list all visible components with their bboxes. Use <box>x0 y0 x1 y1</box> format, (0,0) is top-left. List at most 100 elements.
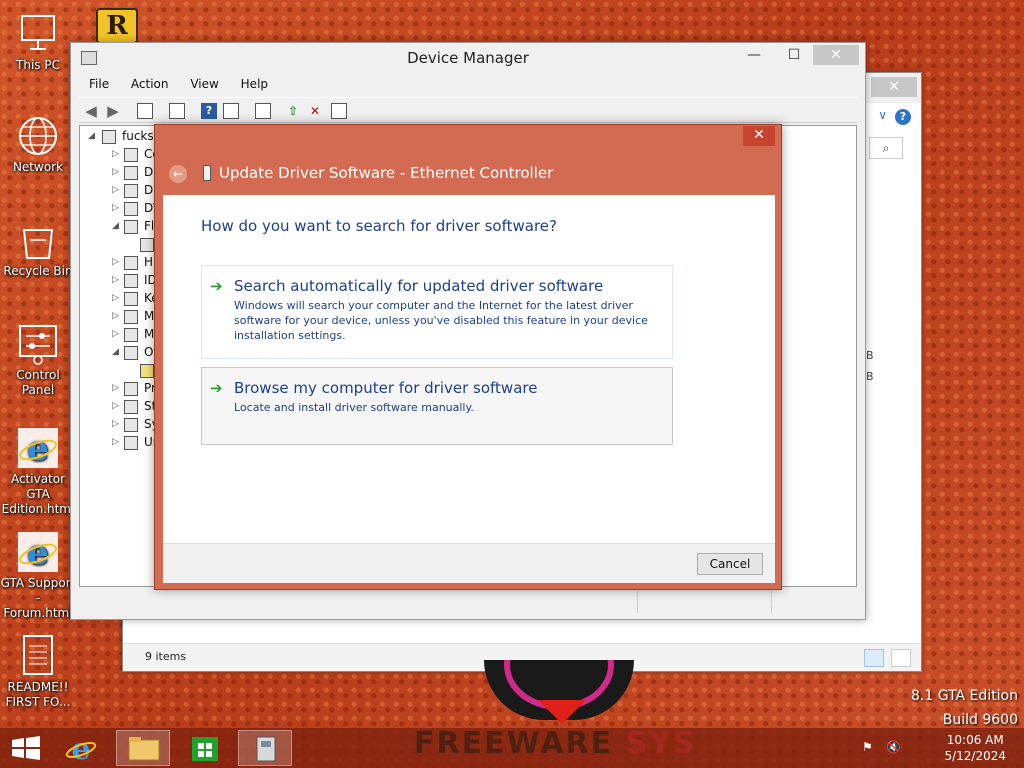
expand-arrow-icon[interactable]: ▷ <box>112 185 122 195</box>
svg-text:e: e <box>71 732 90 766</box>
expand-arrow-icon[interactable]: ▷ <box>112 293 122 303</box>
network-globe-icon <box>16 114 60 158</box>
network-tray-icon[interactable]: ⚑ <box>862 740 878 756</box>
expand-arrow-icon[interactable]: ▷ <box>112 149 122 159</box>
desktop-icon-recycle-bin[interactable]: Recycle Bin <box>0 218 76 279</box>
desktop-icon-control-panel[interactable]: Control Panel <box>0 322 76 398</box>
menu-file[interactable]: File <box>79 75 117 91</box>
taskbar-store[interactable] <box>178 730 232 766</box>
green-arrow-icon: ➔ <box>210 379 223 397</box>
search-icon[interactable]: ⌕ <box>869 137 903 159</box>
device-category-icon <box>124 256 138 270</box>
show-hide-console-tree-icon[interactable] <box>137 103 153 119</box>
taskbar-clock[interactable]: 10:06 AM 5/12/2024 <box>944 732 1006 764</box>
control-panel-icon <box>16 322 60 366</box>
desktop-icon-readme[interactable]: README!! FIRST FO... <box>0 634 76 710</box>
menu-action[interactable]: Action <box>121 75 177 91</box>
menu-help[interactable]: Help <box>231 75 276 91</box>
recycle-bin-icon <box>16 218 60 262</box>
svg-text:e: e <box>27 429 49 469</box>
desktop-icon-this-pc[interactable]: This PC <box>0 12 76 73</box>
internet-explorer-icon: e <box>16 426 60 470</box>
ethernet-device-icon <box>203 165 211 181</box>
back-arrow-icon[interactable]: ◀ <box>83 103 99 119</box>
update-driver-icon[interactable]: ⇧ <box>285 103 301 119</box>
expand-arrow-icon[interactable]: ▷ <box>112 311 122 321</box>
dialog-header: ← Update Driver Software - Ethernet Cont… <box>163 151 773 195</box>
desktop-icon-label: Activator GTA Edition.html <box>1 472 75 516</box>
expand-arrow-icon[interactable]: ▷ <box>112 419 122 429</box>
desktop-icon-label: README!! FIRST FO... <box>5 680 71 709</box>
action-pane-icon[interactable] <box>223 103 239 119</box>
disable-device-icon[interactable] <box>331 103 347 119</box>
desktop-icon-gta-support[interactable]: e GTA Support - Forum.html <box>0 530 76 621</box>
minimize-button[interactable]: — <box>739 45 769 65</box>
rockstar-letter: R <box>106 11 128 41</box>
device-manager-titlebar[interactable]: Device Manager — ☐ ✕ <box>71 43 865 73</box>
device-manager-statusbar <box>79 591 857 615</box>
clock-date: 5/12/2024 <box>944 749 1006 763</box>
freeware-watermark: FREEWARE SYS <box>414 726 697 761</box>
collapse-arrow-icon[interactable]: ◢ <box>112 221 122 231</box>
device-category-icon <box>124 382 138 396</box>
tree-item-label: Fl <box>144 219 155 233</box>
details-view-icon[interactable] <box>864 649 885 667</box>
forward-arrow-icon[interactable]: ▶ <box>105 103 121 119</box>
taskbar-internet-explorer[interactable]: e <box>54 730 108 767</box>
expand-arrow-icon[interactable]: ▷ <box>112 167 122 177</box>
file-explorer-icon <box>128 737 160 761</box>
expand-arrow-icon[interactable]: ▷ <box>112 203 122 213</box>
expand-arrow-icon[interactable]: ▷ <box>112 437 122 447</box>
view-switcher <box>861 649 911 667</box>
dialog-footer: Cancel <box>163 543 775 583</box>
option-description: Locate and install driver software manua… <box>234 401 474 414</box>
store-icon <box>192 737 218 761</box>
taskbar-device-manager[interactable] <box>238 730 292 766</box>
search-automatically-option[interactable]: ➔ Search automatically for updated drive… <box>201 265 673 359</box>
start-icon <box>12 736 40 760</box>
device-category-icon <box>124 400 138 414</box>
scan-hardware-icon[interactable] <box>255 103 271 119</box>
properties-icon[interactable] <box>169 103 185 119</box>
desktop-icon-activator[interactable]: e Activator GTA Edition.html <box>0 426 76 517</box>
device-category-icon <box>124 202 138 216</box>
device-category-icon <box>124 184 138 198</box>
start-button[interactable] <box>0 730 54 766</box>
desktop-icon-label: Network <box>12 160 64 174</box>
device-category-icon <box>124 418 138 432</box>
browse-computer-option[interactable]: ➔ Browse my computer for driver software… <box>201 367 673 445</box>
volume-muted-icon[interactable]: 🔇 <box>886 740 902 756</box>
chevron-down-icon[interactable]: ∨ <box>878 108 887 122</box>
computer-icon <box>102 130 116 144</box>
expand-arrow-icon[interactable]: ▷ <box>112 401 122 411</box>
dialog-close-button[interactable]: ✕ <box>743 126 775 146</box>
taskbar-file-explorer[interactable] <box>116 730 170 766</box>
expand-arrow-icon[interactable]: ▷ <box>112 275 122 285</box>
uninstall-device-icon[interactable]: ✕ <box>307 103 323 119</box>
help-icon[interactable]: ? <box>895 109 911 125</box>
cancel-button[interactable]: Cancel <box>697 553 763 575</box>
menu-view[interactable]: View <box>180 75 226 91</box>
expand-arrow-icon[interactable]: ▷ <box>112 329 122 339</box>
back-arrow-icon[interactable]: ← <box>169 165 187 183</box>
rockstar-launcher-icon[interactable]: R <box>96 8 138 44</box>
option-title: Search automatically for updated driver … <box>234 277 604 295</box>
size-text: B <box>866 349 874 362</box>
large-icons-view-icon[interactable] <box>891 649 911 667</box>
collapse-arrow-icon[interactable]: ◢ <box>112 347 122 357</box>
close-button[interactable]: ✕ <box>813 45 859 65</box>
green-arrow-icon: ➔ <box>210 277 223 295</box>
dialog-question: How do you want to search for driver sof… <box>201 217 557 235</box>
device-category-icon <box>124 310 138 324</box>
option-title: Browse my computer for driver software <box>234 379 538 397</box>
expand-arrow-icon[interactable]: ▷ <box>112 383 122 393</box>
help-icon[interactable]: ? <box>201 103 217 119</box>
expand-arrow-icon[interactable]: ▷ <box>112 257 122 267</box>
desktop-icon-network[interactable]: Network <box>0 114 76 175</box>
menu-bar: File Action View Help <box>79 75 276 95</box>
explorer-close-button[interactable]: ✕ <box>871 77 917 97</box>
status-segment <box>771 591 857 613</box>
update-driver-dialog[interactable]: ✕ ← Update Driver Software - Ethernet Co… <box>154 124 782 590</box>
collapse-arrow-icon[interactable]: ◢ <box>88 131 98 141</box>
maximize-button[interactable]: ☐ <box>779 45 809 65</box>
